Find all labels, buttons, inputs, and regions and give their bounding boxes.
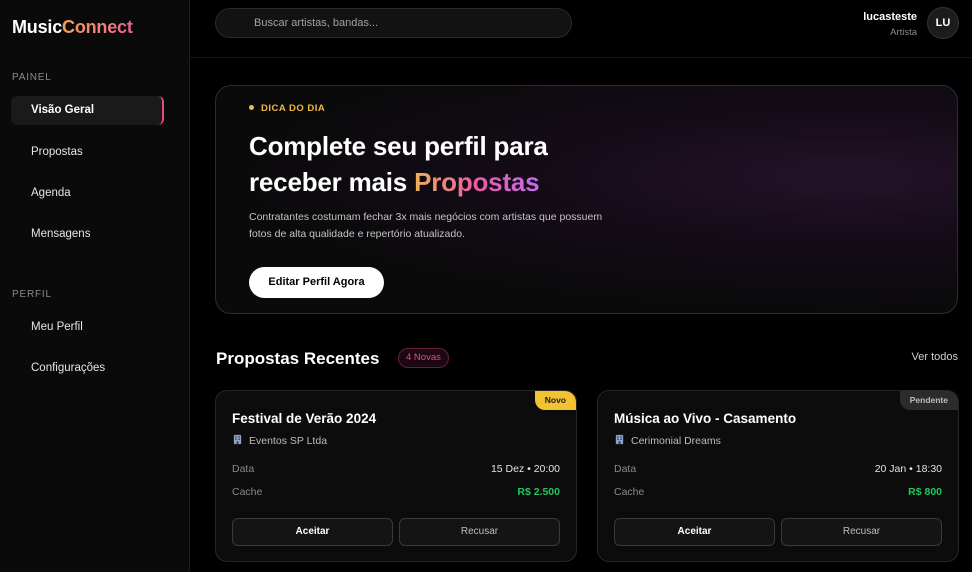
building-icon	[615, 434, 624, 445]
hero-title-line1: Complete seu perfil para	[249, 131, 548, 161]
sidebar-item-propostas[interactable]: Propostas	[11, 138, 164, 167]
sidebar-item-meu-perfil[interactable]: Meu Perfil	[11, 313, 164, 342]
tip-label: DICA DO DIA	[249, 103, 325, 114]
status-badge: Novo	[534, 391, 576, 410]
proposal-title: Festival de Verão 2024	[232, 411, 377, 426]
proposal-company: Cerimonial Dreams	[614, 434, 721, 447]
proposal-card: Pendente Música ao Vivo - Casamento Ceri…	[597, 390, 959, 562]
hero-description: Contratantes costumam fechar 3x mais neg…	[249, 211, 603, 240]
proposal-title: Música ao Vivo - Casamento	[614, 411, 797, 426]
hero-title-highlight: Propostas	[414, 167, 540, 197]
reject-button[interactable]: Recusar	[781, 518, 942, 546]
sidebar-item-configuracoes[interactable]: Configurações	[11, 354, 164, 383]
search-input[interactable]	[216, 9, 571, 37]
date-value: 20 Jan • 18:30	[874, 463, 942, 475]
accept-button[interactable]: Aceitar	[232, 518, 393, 546]
tip-of-the-day-card: DICA DO DIA Complete seu perfil para rec…	[215, 85, 958, 314]
company-name: Cerimonial Dreams	[631, 435, 721, 447]
new-count-badge: 4 Novas	[398, 348, 449, 368]
tip-dot-icon	[249, 104, 254, 110]
logo-text-accent: Connect	[62, 17, 133, 37]
proposal-card: Novo Festival de Verão 2024 Eventos SP L…	[215, 390, 577, 562]
tip-label-text: DICA DO DIA	[261, 103, 326, 114]
fee-label: Cache	[232, 486, 263, 498]
top-bar: lucasteste Artista LU	[190, 0, 972, 58]
sidebar-section-painel: PAINEL	[12, 72, 52, 83]
reject-button[interactable]: Recusar	[399, 518, 560, 546]
section-title-proposals: Propostas Recentes	[216, 349, 380, 368]
date-label: Data	[614, 463, 637, 475]
sidebar-item-mensagens[interactable]: Mensagens	[11, 220, 164, 249]
hero-title-line2: receber mais	[249, 167, 415, 197]
accept-button[interactable]: Aceitar	[614, 518, 775, 546]
fee-value: R$ 800	[908, 486, 942, 498]
see-all-link[interactable]: Ver todos	[912, 351, 958, 363]
avatar[interactable]: LU	[927, 7, 959, 39]
user-role: Artista	[890, 27, 917, 38]
sidebar-item-agenda[interactable]: Agenda	[11, 179, 164, 208]
company-name: Eventos SP Ltda	[249, 435, 328, 447]
fee-label: Cache	[614, 486, 645, 498]
date-label: Data	[232, 463, 255, 475]
app-logo[interactable]: MusicConnect	[12, 17, 133, 38]
edit-profile-button[interactable]: Editar Perfil Agora	[249, 267, 384, 298]
date-value: 15 Dez • 20:00	[490, 463, 560, 475]
user-name[interactable]: lucasteste	[863, 11, 917, 23]
hero-title: Complete seu perfil para receber mais Pr…	[249, 128, 548, 200]
proposal-company: Eventos SP Ltda	[232, 434, 327, 447]
sidebar-item-visao-geral[interactable]: Visão Geral	[11, 96, 164, 125]
logo-text-main: Music	[12, 17, 63, 37]
sidebar-section-perfil: PERFIL	[12, 289, 52, 300]
fee-value: R$ 2.500	[517, 486, 560, 498]
status-badge: Pendente	[899, 391, 958, 410]
search-box	[215, 8, 572, 38]
building-icon	[233, 434, 242, 445]
sidebar: MusicConnect PAINEL Visão Geral Proposta…	[0, 0, 190, 572]
